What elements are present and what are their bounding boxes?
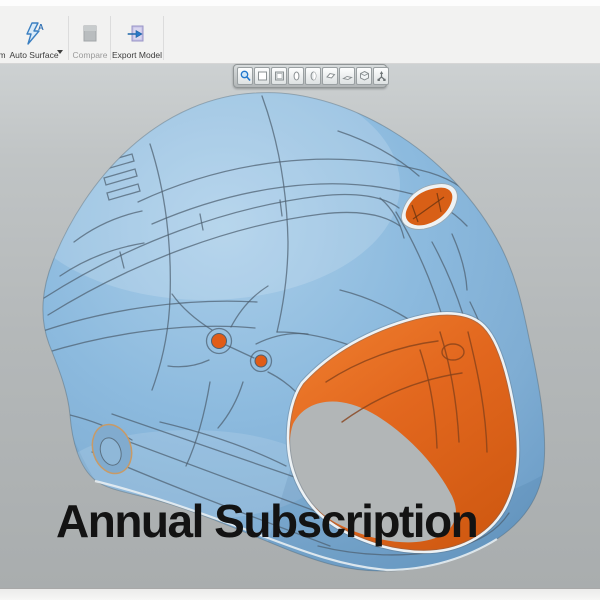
export-model-label: Export Model bbox=[111, 50, 163, 60]
view-orientation-toolbar bbox=[233, 64, 389, 88]
ribbon-separator bbox=[110, 16, 111, 60]
auto-surface-label: Auto Surface bbox=[9, 50, 59, 60]
export-model-icon bbox=[126, 22, 148, 46]
compare-button[interactable]: Compare bbox=[72, 9, 108, 61]
status-bar bbox=[0, 588, 600, 600]
ribbon-button-cropped[interactable]: m bbox=[0, 9, 9, 61]
isometric-view-icon[interactable] bbox=[356, 67, 372, 85]
ribbon-separator bbox=[68, 16, 69, 60]
top-view-icon[interactable] bbox=[322, 67, 338, 85]
ribbon-button-cropped-label: m bbox=[0, 50, 6, 60]
app-window: m A Auto Surface Compare Export Model An… bbox=[0, 0, 600, 600]
auto-surface-lightning-icon: A bbox=[23, 22, 45, 46]
ribbon-separator bbox=[163, 16, 164, 60]
multi-view-icon[interactable] bbox=[373, 67, 389, 85]
ribbon-toolbar: m A Auto Surface Compare Export Model bbox=[0, 6, 600, 64]
bottom-view-icon[interactable] bbox=[339, 67, 355, 85]
compare-icon bbox=[79, 22, 101, 46]
svg-text:A: A bbox=[38, 23, 44, 32]
annual-subscription-caption: Annual Subscription bbox=[56, 495, 479, 547]
export-model-button[interactable]: Export Model bbox=[111, 9, 163, 61]
auto-surface-button[interactable]: A Auto Surface bbox=[9, 9, 59, 61]
back-view-icon[interactable] bbox=[271, 67, 287, 85]
zoom-icon[interactable] bbox=[237, 67, 253, 85]
auto-surface-dropdown-caret[interactable] bbox=[57, 50, 63, 54]
front-view-icon[interactable] bbox=[254, 67, 270, 85]
left-view-icon[interactable] bbox=[288, 67, 304, 85]
right-view-icon[interactable] bbox=[305, 67, 321, 85]
compare-label: Compare bbox=[72, 50, 108, 60]
